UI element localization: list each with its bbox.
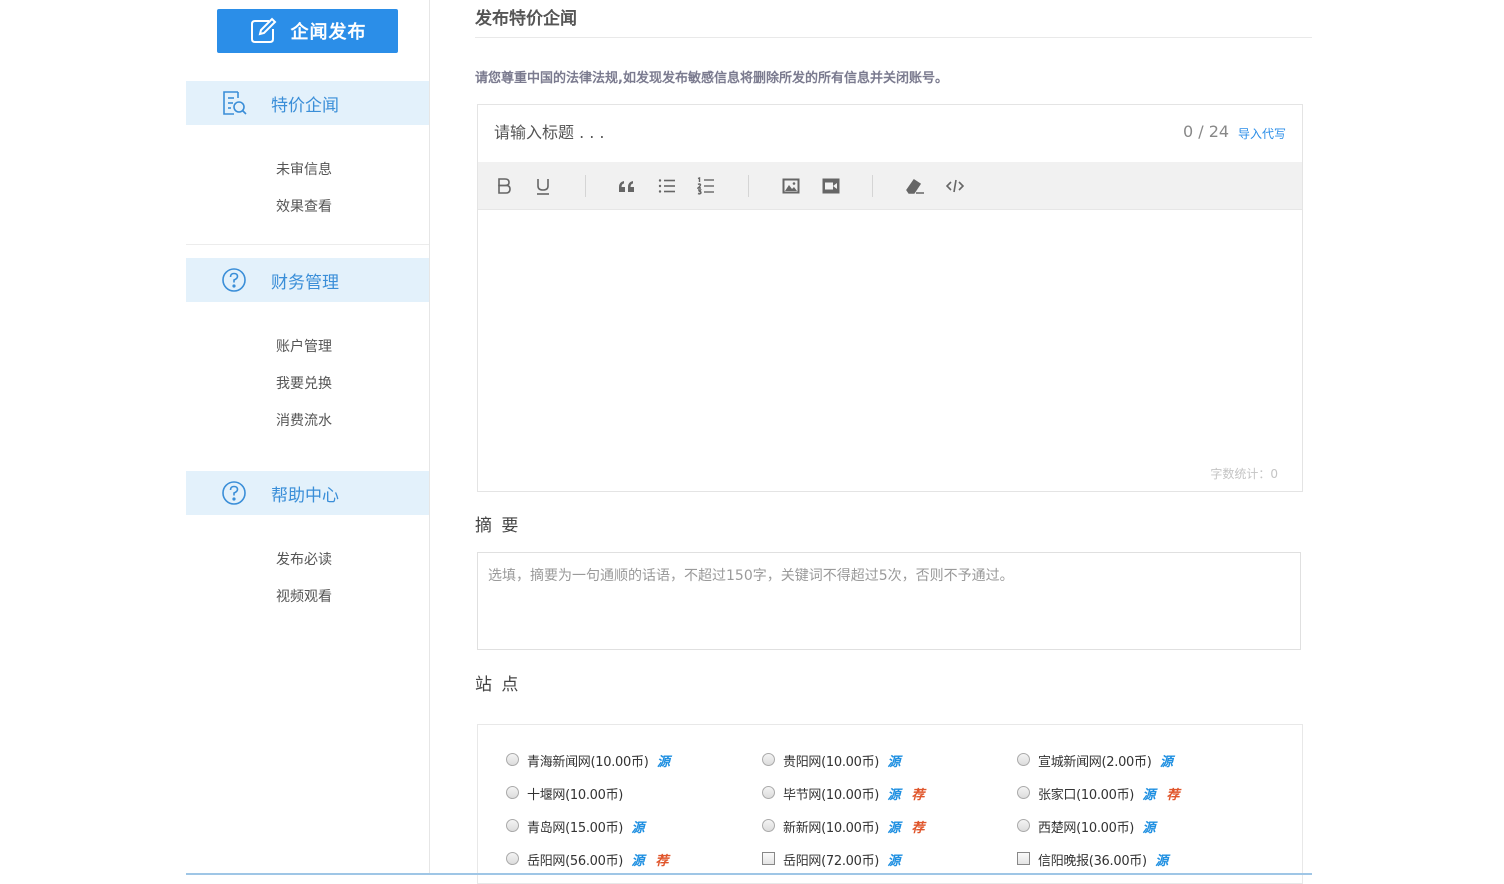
sidebar-item-must-read[interactable]: 发布必读 bbox=[276, 549, 332, 569]
source-badge: 源 bbox=[887, 853, 901, 869]
sidebar-item-pending-info[interactable]: 未审信息 bbox=[276, 159, 332, 179]
code-icon[interactable] bbox=[945, 176, 965, 196]
recommend-badge: 荐 bbox=[655, 853, 669, 869]
bold-icon[interactable] bbox=[494, 176, 514, 196]
underline-icon[interactable] bbox=[533, 176, 553, 196]
section-label: 帮助中心 bbox=[271, 485, 339, 506]
site-radio[interactable] bbox=[1017, 785, 1030, 799]
site-option[interactable]: 西楚网(10.00币) 源 bbox=[1017, 816, 1158, 836]
site-name: 张家口(10.00币) bbox=[1038, 787, 1135, 803]
publish-news-button[interactable]: 企闻发布 bbox=[217, 9, 398, 53]
sidebar-section-help[interactable]: 帮助中心 bbox=[186, 471, 429, 515]
site-radio[interactable] bbox=[1017, 818, 1030, 832]
sidebar-section-special-news[interactable]: 特价企闻 bbox=[186, 81, 429, 125]
question-circle-icon bbox=[219, 478, 249, 508]
site-option[interactable]: 信阳晚报(36.00币) 源 bbox=[1017, 849, 1171, 869]
sidebar-item-account[interactable]: 账户管理 bbox=[276, 336, 332, 356]
source-badge: 源 bbox=[887, 754, 901, 770]
toolbar-separator bbox=[585, 175, 586, 197]
recommend-badge: 荐 bbox=[911, 787, 925, 803]
toolbar-separator bbox=[748, 175, 749, 197]
site-radio[interactable] bbox=[506, 851, 519, 865]
site-radio[interactable] bbox=[762, 785, 775, 799]
site-option[interactable]: 张家口(10.00币) 源 荐 bbox=[1017, 783, 1182, 803]
site-name: 信阳晚报(36.00币) bbox=[1038, 853, 1147, 869]
sidebar-item-effect-view[interactable]: 效果查看 bbox=[276, 196, 332, 216]
video-icon[interactable] bbox=[821, 176, 841, 196]
site-name: 岳阳网(72.00币) bbox=[783, 853, 880, 869]
site-checkbox[interactable] bbox=[1017, 851, 1030, 865]
site-option[interactable]: 岳阳网(56.00币) 源 荐 bbox=[506, 849, 671, 869]
site-name: 青岛网(15.00币) bbox=[527, 820, 624, 836]
site-name: 贵阳网(10.00币) bbox=[783, 754, 880, 770]
bullet-list-icon[interactable] bbox=[657, 176, 677, 196]
sidebar: 企闻发布 特价企闻 未审信息 效果查看 财务管理 账户管理 我要兑换 消费流水 … bbox=[186, 0, 430, 875]
image-icon[interactable] bbox=[781, 176, 801, 196]
import-ghostwritten-link[interactable]: 导入代写 bbox=[1238, 125, 1286, 142]
title-divider bbox=[475, 37, 1312, 38]
source-badge: 源 bbox=[887, 820, 901, 836]
site-option[interactable]: 岳阳网(72.00币) 源 bbox=[762, 849, 903, 869]
main-content: 发布特价企闻 请您尊重中国的法律法规,如发现发布敏感信息将删除所发的所有信息并关… bbox=[475, 0, 1312, 884]
sites-label: 站 点 bbox=[475, 675, 521, 695]
site-option[interactable]: 贵阳网(10.00币) 源 bbox=[762, 750, 903, 770]
source-badge: 源 bbox=[631, 820, 645, 836]
sidebar-item-transactions[interactable]: 消费流水 bbox=[276, 410, 332, 430]
source-badge: 源 bbox=[1159, 754, 1173, 770]
site-radio[interactable] bbox=[762, 752, 775, 766]
source-badge: 源 bbox=[1142, 787, 1156, 803]
editor-toolbar bbox=[478, 162, 1302, 210]
site-option[interactable]: 毕节网(10.00币) 源 荐 bbox=[762, 783, 927, 803]
publish-button-label: 企闻发布 bbox=[290, 22, 367, 43]
sites-list: 青海新闻网(10.00币) 源 贵阳网(10.00币) 源 宣城新闻网(2.00… bbox=[477, 724, 1303, 884]
site-radio[interactable] bbox=[506, 785, 519, 799]
site-option[interactable]: 青海新闻网(10.00币) 源 bbox=[506, 750, 672, 770]
summary-label: 摘 要 bbox=[475, 516, 521, 536]
title-input[interactable] bbox=[494, 123, 1134, 142]
site-option[interactable]: 宣城新闻网(2.00币) 源 bbox=[1017, 750, 1176, 770]
sidebar-item-exchange[interactable]: 我要兑换 bbox=[276, 373, 332, 393]
recommend-badge: 荐 bbox=[1166, 787, 1180, 803]
numbered-list-icon[interactable] bbox=[696, 176, 716, 196]
site-radio[interactable] bbox=[506, 818, 519, 832]
sidebar-item-video[interactable]: 视频观看 bbox=[276, 586, 332, 606]
toolbar-separator bbox=[872, 175, 873, 197]
site-radio[interactable] bbox=[1017, 752, 1030, 766]
source-badge: 源 bbox=[631, 853, 645, 869]
site-option[interactable]: 十堰网(10.00币) bbox=[506, 783, 623, 803]
site-name: 宣城新闻网(2.00币) bbox=[1038, 754, 1152, 770]
source-badge: 源 bbox=[887, 787, 901, 803]
page-title: 发布特价企闻 bbox=[475, 9, 577, 29]
legal-notice: 请您尊重中国的法律法规,如发现发布敏感信息将删除所发的所有信息并关闭账号。 bbox=[475, 71, 948, 86]
site-option[interactable]: 青岛网(15.00币) 源 bbox=[506, 816, 647, 836]
quote-icon[interactable] bbox=[617, 176, 637, 196]
sidebar-divider bbox=[186, 244, 429, 245]
site-name: 岳阳网(56.00币) bbox=[527, 853, 624, 869]
recommend-badge: 荐 bbox=[911, 820, 925, 836]
site-name: 十堰网(10.00币) bbox=[527, 787, 624, 803]
source-badge: 源 bbox=[656, 754, 670, 770]
site-name: 新新网(10.00币) bbox=[783, 820, 880, 836]
sidebar-section-finance[interactable]: 财务管理 bbox=[186, 258, 429, 302]
title-char-count: 0 / 24 bbox=[1183, 122, 1230, 141]
summary-input[interactable] bbox=[477, 552, 1301, 650]
source-badge: 源 bbox=[1155, 853, 1169, 869]
site-name: 毕节网(10.00币) bbox=[783, 787, 880, 803]
site-option[interactable]: 新新网(10.00币) 源 荐 bbox=[762, 816, 927, 836]
search-document-icon bbox=[219, 88, 249, 118]
section-label: 财务管理 bbox=[271, 272, 339, 293]
edit-icon bbox=[249, 17, 277, 45]
site-checkbox[interactable] bbox=[762, 851, 775, 865]
question-circle-icon bbox=[219, 265, 249, 295]
source-badge: 源 bbox=[1142, 820, 1156, 836]
section-label: 特价企闻 bbox=[271, 95, 339, 116]
site-name: 西楚网(10.00币) bbox=[1038, 820, 1135, 836]
rich-text-editor: 0 / 24 导入代写 bbox=[477, 104, 1303, 492]
word-count: 字数统计：0 bbox=[1210, 467, 1278, 481]
site-name: 青海新闻网(10.00币) bbox=[527, 754, 649, 770]
eraser-icon[interactable] bbox=[905, 176, 925, 196]
site-radio[interactable] bbox=[762, 818, 775, 832]
site-radio[interactable] bbox=[506, 752, 519, 766]
